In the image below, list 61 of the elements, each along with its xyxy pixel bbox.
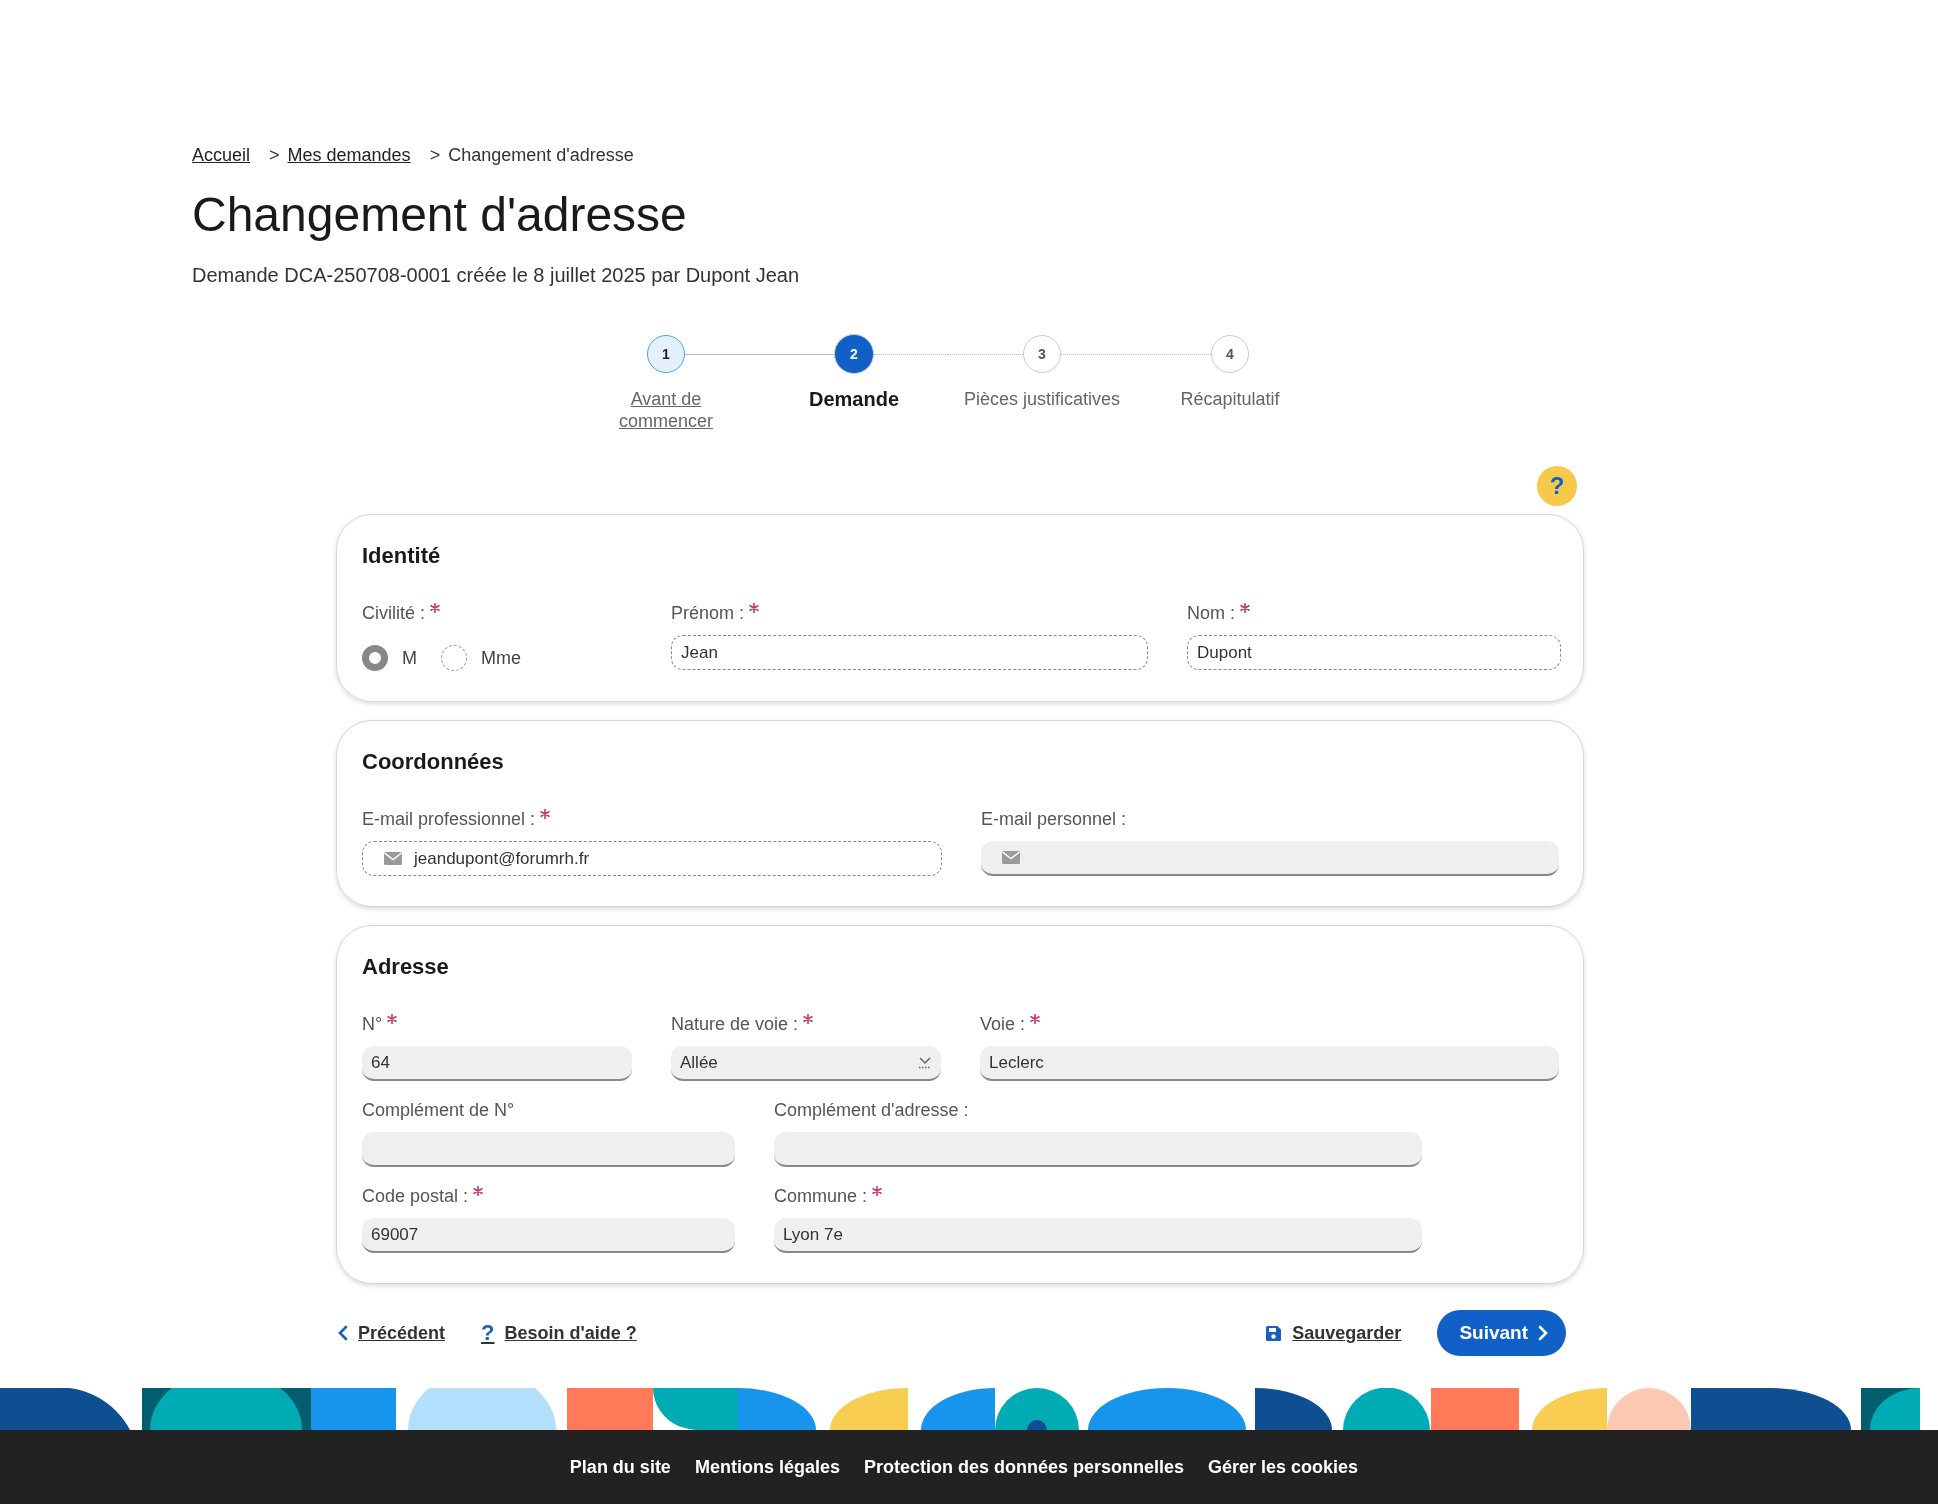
step-label: Pièces justificatives bbox=[962, 388, 1122, 410]
field-label: Voie : bbox=[980, 1013, 1026, 1036]
input-field[interactable]: jeandupont@forumrh.fr bbox=[362, 841, 942, 876]
breadcrumb-current: Changement d'adresse bbox=[448, 144, 634, 166]
breadcrumb-link[interactable]: Mes demandes bbox=[287, 144, 411, 166]
field-label: Prénom : bbox=[671, 602, 745, 625]
request-info: Demande DCA-250708-0001 créée le 8 juillet 2025 par Dupont Jean bbox=[192, 263, 801, 287]
help-icon: ? bbox=[481, 1320, 495, 1346]
input-field[interactable]: Jean bbox=[671, 635, 1148, 670]
caret-icon bbox=[918, 1056, 932, 1069]
input-field[interactable] bbox=[362, 1132, 735, 1167]
step-label: Demande bbox=[808, 388, 900, 410]
field-label: Civilité : bbox=[362, 602, 425, 625]
breadcrumb-separator: > bbox=[269, 144, 280, 166]
section-title: Identité bbox=[362, 543, 442, 569]
footer-link[interactable]: Gérer les cookies bbox=[1208, 1456, 1359, 1478]
input-field[interactable]: Lyon 7e bbox=[774, 1218, 1422, 1253]
input-field[interactable] bbox=[774, 1132, 1422, 1167]
step-label: Récapitulatif bbox=[1179, 388, 1281, 410]
help-button[interactable]: ? bbox=[1537, 466, 1577, 506]
help-link[interactable]: ? Besoin d'aide ? bbox=[481, 1320, 637, 1346]
chevron-right-icon bbox=[1538, 1325, 1548, 1341]
input-field[interactable] bbox=[981, 841, 1559, 876]
step-number[interactable]: 3 bbox=[1023, 335, 1061, 373]
step-number[interactable]: 4 bbox=[1211, 335, 1249, 373]
field-label: E-mail personnel : bbox=[981, 808, 1127, 831]
footer-link[interactable]: Plan du site bbox=[569, 1456, 671, 1478]
page-title: Changement d'adresse bbox=[192, 187, 688, 243]
field-label: Commune : bbox=[774, 1185, 868, 1208]
footer-link[interactable]: Mentions légales bbox=[694, 1456, 840, 1478]
chevron-left-icon bbox=[338, 1325, 348, 1341]
input-field[interactable]: 64 bbox=[362, 1046, 632, 1081]
step-link[interactable]: Avant de commencer bbox=[596, 388, 736, 432]
breadcrumb-separator: > bbox=[429, 144, 441, 166]
section-title: Coordonnées bbox=[362, 749, 505, 775]
field-label: Code postal : bbox=[362, 1185, 469, 1208]
dropdown[interactable]: Allée bbox=[671, 1046, 941, 1081]
radio-button[interactable] bbox=[441, 645, 467, 671]
radio-label: M bbox=[402, 647, 417, 669]
envelope-icon bbox=[384, 852, 402, 865]
input-field[interactable]: Dupont bbox=[1187, 635, 1561, 670]
radio-label: Mme bbox=[481, 647, 521, 669]
envelope-icon bbox=[1002, 851, 1020, 864]
step-number[interactable]: 1 bbox=[647, 335, 685, 373]
field-label: E-mail professionnel : bbox=[362, 808, 536, 831]
input-field[interactable]: Leclerc bbox=[980, 1046, 1559, 1081]
previous-link[interactable]: Précédent bbox=[338, 1322, 446, 1344]
save-link[interactable]: Sauvegarder bbox=[1265, 1322, 1402, 1344]
input-field[interactable]: 69007 bbox=[362, 1218, 735, 1253]
radio-button[interactable] bbox=[362, 645, 388, 671]
section-title: Adresse bbox=[362, 954, 450, 980]
field-label: N° bbox=[362, 1013, 383, 1036]
breadcrumb-link[interactable]: Accueil bbox=[192, 144, 251, 166]
field-label: Complément de N° bbox=[362, 1099, 515, 1122]
field-label: Nature de voie : bbox=[671, 1013, 799, 1036]
field-label: Complément d'adresse : bbox=[774, 1099, 969, 1122]
field-label: Nom : bbox=[1187, 602, 1235, 625]
save-icon bbox=[1265, 1324, 1283, 1342]
step-number[interactable]: 2 bbox=[834, 334, 874, 374]
next-button[interactable]: Suivant bbox=[1437, 1310, 1566, 1356]
footer-link[interactable]: Protection des données personnelles bbox=[863, 1456, 1185, 1478]
